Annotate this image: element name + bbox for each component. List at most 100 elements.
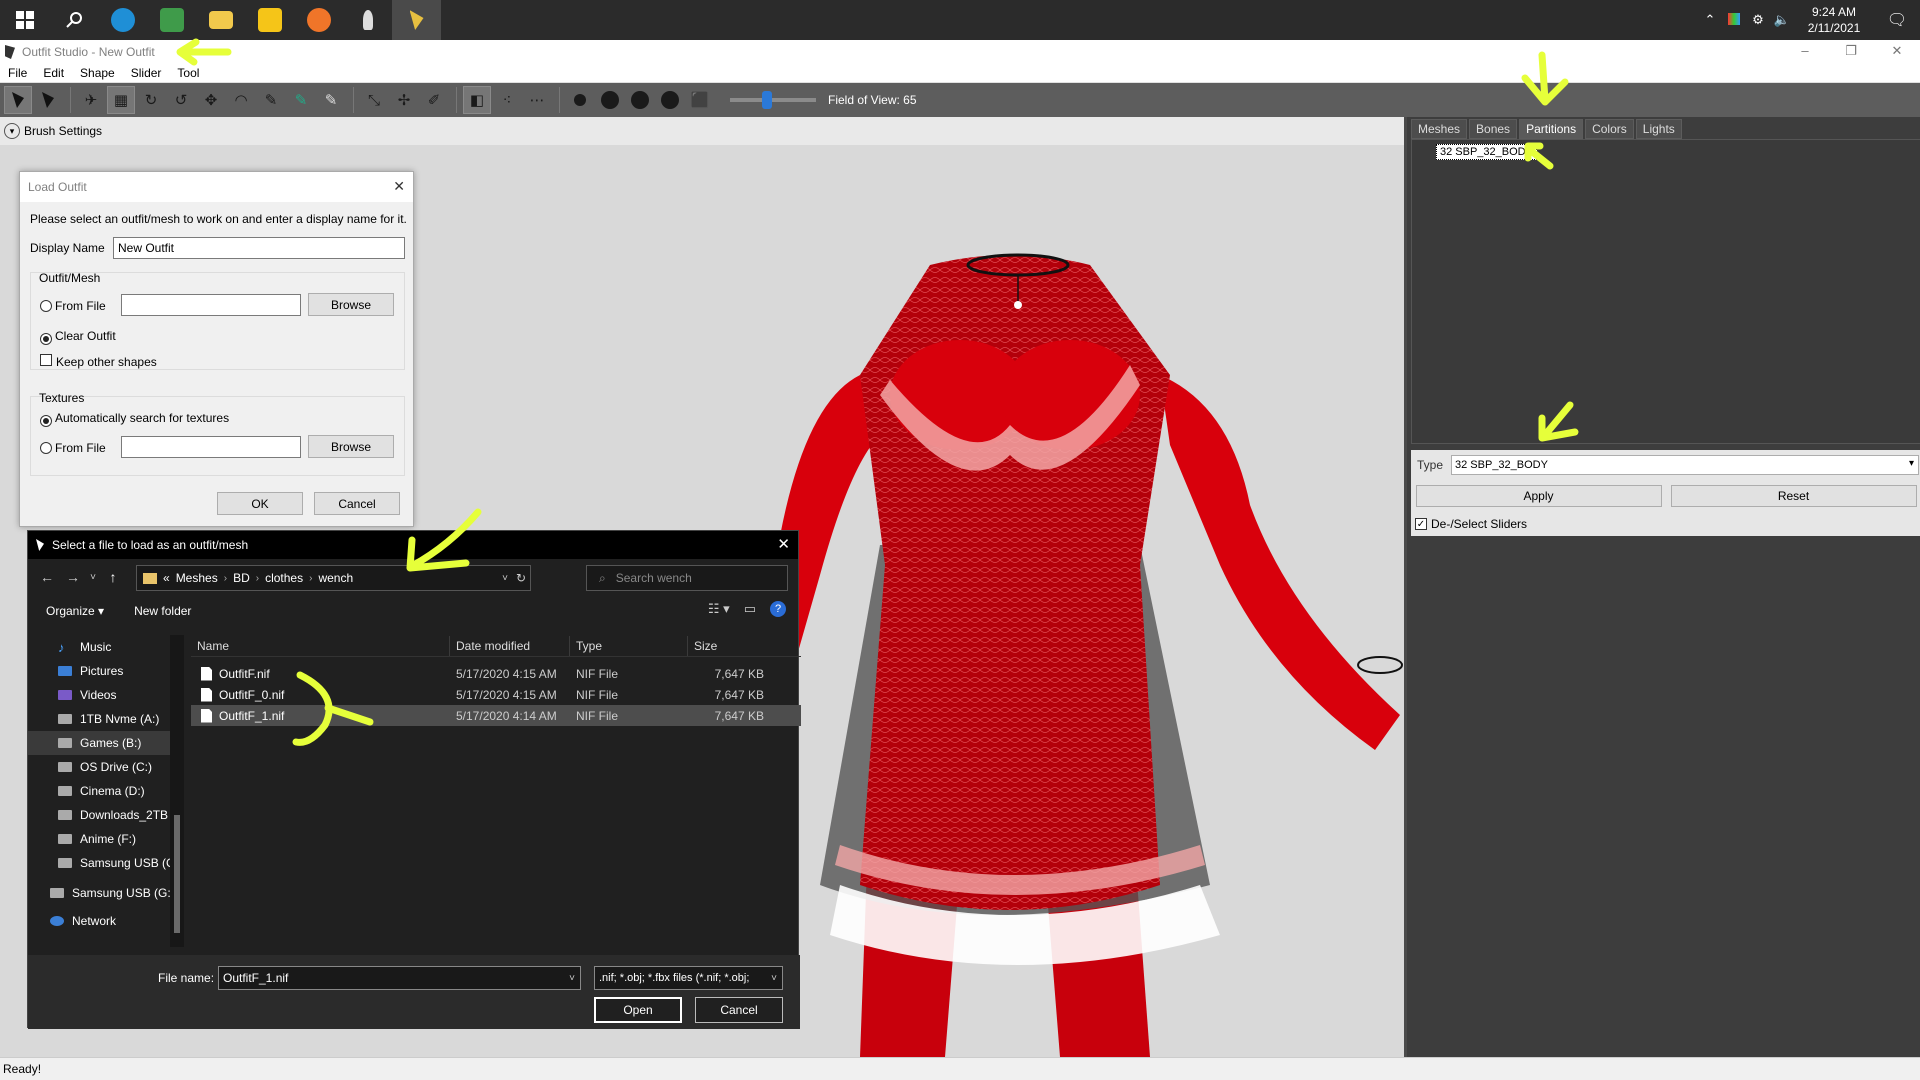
display-name-input[interactable]: New Outfit [113,237,405,259]
view-options-icon[interactable]: ☷ ▾ [708,601,730,617]
view-front-button[interactable] [566,86,594,114]
move-tool-button[interactable]: ✥ [197,86,225,114]
partition-item[interactable]: 32 SBP_32_BODY [1436,144,1537,160]
reset-button[interactable]: Reset [1670,485,1917,507]
file-row[interactable]: OutfitF.nif 5/17/2020 4:15 AM NIF File 7… [191,663,801,684]
file-search-input[interactable]: ⌕ Search wench [586,565,788,591]
cancel-button[interactable]: Cancel [695,997,783,1023]
close-icon[interactable]: ✕ [393,178,405,195]
alt-tool-button[interactable] [34,86,62,114]
partition-list[interactable]: 32 SBP_32_BODY [1411,139,1920,444]
nav-item-pictures[interactable]: Pictures [28,659,183,683]
column-name[interactable]: Name [191,635,450,656]
column-date[interactable]: Date modified [450,635,570,656]
type-select[interactable]: 32 SBP_32_BODY ▾ [1451,455,1920,475]
nav-item-music[interactable]: ♪ Music [28,635,183,659]
weight-tool-button[interactable]: ✐ [420,86,448,114]
nav-item-videos[interactable]: Videos [28,683,183,707]
nav-item-drive-b[interactable]: Games (B:) [28,731,183,755]
taskbar-search-button[interactable] [49,0,98,40]
recent-chevron-icon[interactable]: ˅ [86,572,100,583]
back-arrow-icon[interactable]: ← [34,569,60,585]
taskbar-app-feather[interactable] [343,0,392,40]
tab-bones[interactable]: Bones [1469,119,1518,139]
inflate-tool-button[interactable]: ↻ [137,86,165,114]
tab-lights[interactable]: Lights [1635,119,1682,139]
fov-slider-knob[interactable] [762,91,772,109]
colorful-app-icon[interactable] [1722,12,1746,28]
brush-settings-bar[interactable]: ▾ Brush Settings [0,117,1404,145]
taskbar-app-firefox[interactable] [294,0,343,40]
texture-file-input[interactable] [121,436,301,458]
from-file-radio-mesh[interactable]: From File [40,299,106,313]
view-back-button[interactable] [596,86,624,114]
from-file-radio-textures[interactable]: From File [40,441,106,455]
cancel-button[interactable]: Cancel [314,492,400,515]
notification-icon[interactable]: 🗨 [1874,10,1920,30]
restore-button[interactable]: ❐ [1828,40,1874,64]
fov-slider[interactable] [730,91,816,109]
file-row[interactable]: OutfitF_0.nif 5/17/2020 4:15 AM NIF File… [191,684,801,705]
auto-search-radio[interactable]: Automatically search for textures [40,411,229,427]
menu-edit[interactable]: Edit [35,66,72,80]
breadcrumb-bd[interactable]: BD [233,571,250,585]
menu-shape[interactable]: Shape [72,66,123,80]
nav-item-network[interactable]: Network [28,909,183,933]
taskbar-app-outfit-studio[interactable] [392,0,441,40]
menu-file[interactable]: File [0,66,35,80]
nav-item-samsung-usb-root[interactable]: Samsung USB (G:) [28,881,183,905]
pin-tool-button[interactable]: ✈ [77,86,105,114]
x-mirror-button[interactable]: ◧ [463,86,491,114]
help-icon[interactable]: ? [770,601,786,617]
file-name-input[interactable]: OutfitF_1.nif ˅ [218,966,581,990]
nav-item-downloads[interactable]: Downloads_2TB [28,803,183,827]
ok-button[interactable]: OK [217,492,303,515]
apply-button[interactable]: Apply [1415,485,1662,507]
chevron-down-icon[interactable]: ˅ [569,973,575,984]
nav-item-drive-c[interactable]: OS Drive (C:) [28,755,183,779]
chevron-down-icon[interactable]: ˅ [502,573,508,584]
address-bar[interactable]: « Meshes › BD › clothes › wench ˅ ↻ [136,565,531,591]
deselect-sliders-row[interactable]: ✓ De-/Select Sliders [1411,512,1920,536]
close-icon[interactable]: ✕ [777,535,790,553]
minimize-button[interactable]: – [1782,40,1828,64]
perspective-button[interactable]: ⬛ [686,86,714,114]
tab-meshes[interactable]: Meshes [1411,119,1468,139]
menu-tool[interactable]: Tool [169,66,207,80]
path-overflow[interactable]: « [163,571,170,585]
open-button[interactable]: Open [594,997,682,1023]
column-size[interactable]: Size [688,636,768,656]
chevron-up-icon[interactable]: ⌃ [1698,12,1722,28]
deflate-tool-button[interactable]: ↺ [167,86,195,114]
select-tool-button[interactable] [4,86,32,114]
nav-item-samsung-usb[interactable]: Samsung USB (G [28,851,183,875]
browse-mesh-button[interactable]: Browse [308,293,394,316]
breadcrumb-clothes[interactable]: clothes [265,571,303,585]
volume-icon[interactable]: 🔈 [1770,12,1794,28]
file-row-selected[interactable]: OutfitF_1.nif 5/17/2020 4:14 AM NIF File… [191,705,801,726]
navigation-scrollbar[interactable] [170,635,184,947]
connected-button[interactable]: ⁖ [493,86,521,114]
taskbar-app-spreadsheet[interactable] [147,0,196,40]
column-type[interactable]: Type [570,635,688,656]
taskbar-app-edge[interactable] [98,0,147,40]
menu-slider[interactable]: Slider [123,66,170,80]
close-button[interactable]: ✕ [1874,40,1920,64]
transform-tool-button[interactable]: ⤡ [360,86,388,114]
smooth-tool-button[interactable]: ◠ [227,86,255,114]
pivot-tool-button[interactable]: ✢ [390,86,418,114]
forward-arrow-icon[interactable]: → [60,569,86,585]
nav-item-drive-f[interactable]: Anime (F:) [28,827,183,851]
tab-colors[interactable]: Colors [1585,119,1634,139]
scrollbar-thumb[interactable] [174,815,180,933]
taskbar-app-plex[interactable] [245,0,294,40]
deselect-sliders-checkbox[interactable]: ✓ [1415,518,1427,530]
mask-tool-button[interactable]: ▦ [107,86,135,114]
chevron-down-icon[interactable]: ▾ [4,123,20,139]
breadcrumb-meshes[interactable]: Meshes [176,571,218,585]
nav-item-drive-a[interactable]: 1TB Nvme (A:) [28,707,183,731]
mesh-file-input[interactable] [121,294,301,316]
tab-partitions[interactable]: Partitions [1519,119,1584,139]
organize-button[interactable]: Organize ▾ [46,604,104,618]
refresh-icon[interactable]: ↻ [516,571,526,585]
